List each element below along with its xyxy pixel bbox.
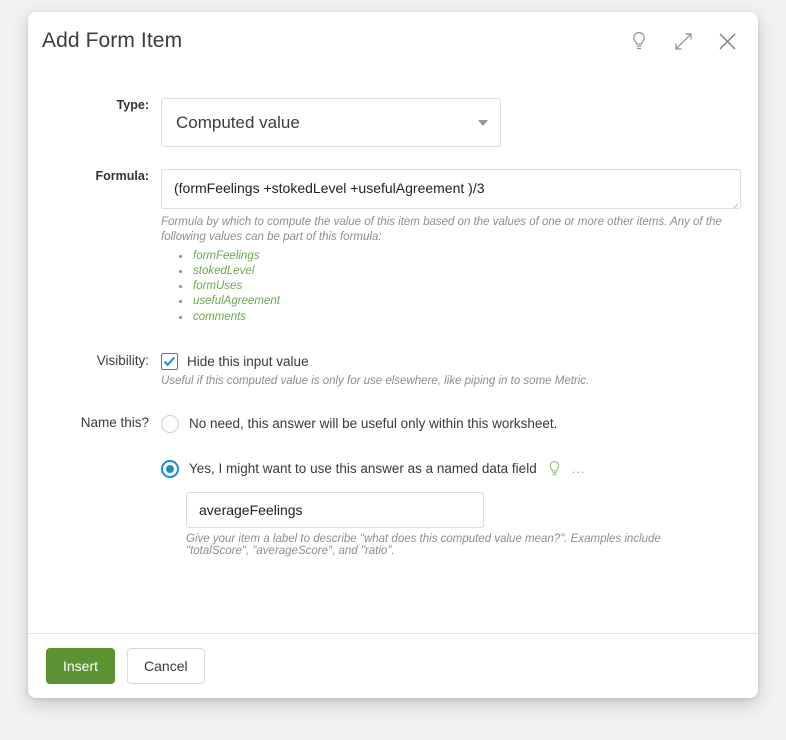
expand-icon[interactable] bbox=[672, 30, 694, 52]
formula-row: Formula: (formFeelings +stokedLevel +use… bbox=[28, 169, 758, 325]
name-field-hint: Give your item a label to describe "what… bbox=[186, 532, 661, 557]
hide-input-value-label: Hide this input value bbox=[187, 353, 309, 369]
add-form-item-dialog: Add Form Item Type: Computed value Formu… bbox=[28, 12, 758, 698]
list-item: formUses bbox=[179, 279, 740, 294]
formula-hint: Formula by which to compute the value of… bbox=[161, 216, 722, 243]
list-item: usefulAgreement bbox=[179, 294, 740, 309]
close-icon[interactable] bbox=[716, 30, 738, 52]
type-label: Type: bbox=[116, 98, 149, 112]
list-item: comments bbox=[179, 310, 740, 325]
visibility-row: Visibility: Hide this input value Useful… bbox=[28, 352, 758, 387]
lightbulb-icon[interactable] bbox=[628, 30, 650, 52]
name-option-yes-row: Yes, I might want to use this answer as … bbox=[161, 459, 740, 478]
visibility-label: Visibility: bbox=[96, 352, 149, 368]
type-row: Type: Computed value bbox=[28, 98, 758, 147]
dialog-footer: Insert Cancel bbox=[28, 633, 758, 698]
named-field-value: averageFeelings bbox=[199, 501, 303, 518]
list-item: stokedLevel bbox=[179, 264, 740, 279]
formula-variable-list: formFeelings stokedLevel formUses useful… bbox=[161, 249, 740, 325]
radio-yes-name-label: Yes, I might want to use this answer as … bbox=[189, 461, 537, 477]
named-field-input[interactable]: averageFeelings bbox=[186, 491, 484, 528]
radio-no-name[interactable] bbox=[161, 414, 179, 433]
formula-field: (formFeelings +stokedLevel +usefulAgreem… bbox=[161, 169, 741, 325]
formula-label: Formula: bbox=[95, 169, 149, 183]
radio-yes-name[interactable] bbox=[161, 459, 179, 478]
lightbulb-icon[interactable] bbox=[547, 460, 562, 477]
dialog-title: Add Form Item bbox=[42, 29, 183, 52]
dialog-body: Type: Computed value Formula: (formFeeli… bbox=[28, 70, 758, 633]
header-icon-group bbox=[628, 30, 738, 52]
more-options-ellipsis[interactable]: ... bbox=[572, 461, 586, 476]
name-this-label: Name this? bbox=[80, 414, 149, 430]
formula-value: (formFeelings +stokedLevel +usefulAgreem… bbox=[174, 180, 485, 196]
type-select-value: Computed value bbox=[176, 112, 300, 132]
type-field: Computed value bbox=[161, 98, 740, 147]
cancel-button[interactable]: Cancel bbox=[127, 648, 205, 684]
insert-button[interactable]: Insert bbox=[46, 648, 116, 684]
type-select[interactable]: Computed value bbox=[161, 98, 501, 147]
name-this-row: Name this? No need, this answer will be … bbox=[28, 414, 758, 557]
name-option-no-row: No need, this answer will be useful only… bbox=[161, 414, 740, 433]
name-input-wrap: averageFeelings Give your item a label t… bbox=[186, 491, 740, 557]
hide-value-check-line: Hide this input value bbox=[161, 352, 740, 370]
resize-handle-icon[interactable] bbox=[729, 198, 739, 208]
chevron-down-icon bbox=[478, 119, 488, 126]
dialog-header: Add Form Item bbox=[28, 12, 758, 70]
hide-input-value-checkbox[interactable] bbox=[161, 352, 178, 370]
list-item: formFeelings bbox=[179, 249, 740, 264]
visibility-hint: Useful if this computed value is only fo… bbox=[161, 374, 590, 387]
radio-no-name-label: No need, this answer will be useful only… bbox=[189, 416, 558, 432]
name-this-field: No need, this answer will be useful only… bbox=[161, 414, 740, 557]
formula-textarea[interactable]: (formFeelings +stokedLevel +usefulAgreem… bbox=[161, 169, 741, 209]
visibility-field: Hide this input value Useful if this com… bbox=[161, 352, 740, 387]
